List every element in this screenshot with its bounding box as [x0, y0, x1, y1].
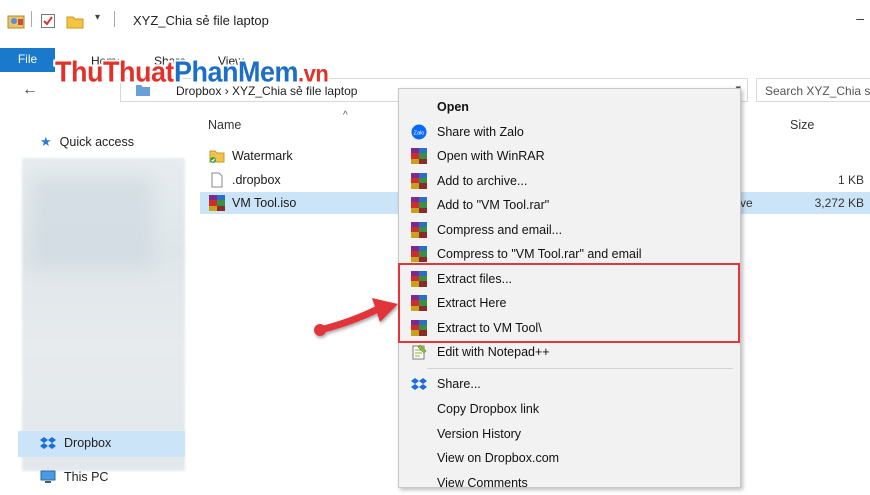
divider [31, 11, 32, 27]
properties-icon[interactable] [7, 13, 25, 29]
back-arrow-icon[interactable]: ← [22, 81, 38, 99]
column-header-size[interactable]: Size [790, 118, 814, 132]
file-name: VM Tool.iso [232, 196, 296, 210]
notepad-plus-plus-icon [411, 344, 427, 360]
dropbox-icon [411, 376, 427, 392]
column-header-name[interactable]: Name [208, 118, 241, 132]
search-placeholder: Search XYZ_Chia se [765, 84, 870, 98]
menu-item-copy-dropbox-link[interactable]: Copy Dropbox link [399, 397, 740, 422]
sidebar-item-this-pc[interactable]: This PC [40, 470, 108, 484]
menu-item-view-dropbox[interactable]: View on Dropbox.com [399, 446, 740, 471]
folder-icon [209, 148, 225, 164]
menu-separator [427, 368, 733, 369]
watermark-logo: ThuThuatPhanMem.vn [55, 56, 328, 89]
menu-item-compress-email[interactable]: Compress and email... [399, 218, 740, 243]
menu-item-open[interactable]: Open [399, 95, 740, 120]
file-icon [209, 172, 225, 188]
winrar-icon [411, 197, 427, 213]
search-input[interactable]: Search XYZ_Chia se [756, 78, 870, 102]
winrar-icon [209, 195, 225, 211]
menu-item-open-winrar[interactable]: Open with WinRAR [399, 144, 740, 169]
list-item[interactable]: Watermark [200, 145, 400, 167]
menu-item-version-history[interactable]: Version History [399, 422, 740, 447]
file-size: 1 KB [838, 173, 864, 187]
file-list: ^ Name Watermark .dropbox VM Tool.iso [200, 108, 400, 228]
star-icon: ★ [40, 134, 52, 150]
sort-caret-icon: ^ [343, 110, 348, 121]
winrar-icon [411, 222, 427, 238]
winrar-icon [411, 246, 427, 262]
minimize-button[interactable]: – [856, 10, 864, 26]
blurred-region [22, 158, 185, 471]
menu-item-share-zalo[interactable]: Zalo Share with Zalo [399, 120, 740, 145]
menu-item-add-to-rar[interactable]: Add to "VM Tool.rar" [399, 193, 740, 218]
menu-item-dropbox-share[interactable]: Share... [399, 372, 740, 397]
navigation-pane: ★ Quick access Dropbox This PC [0, 108, 200, 488]
list-item[interactable]: VM Tool.iso [200, 192, 400, 214]
tab-file[interactable]: File [0, 48, 55, 72]
annotation-highlight-box [398, 263, 740, 343]
winrar-icon [411, 173, 427, 189]
divider [114, 11, 115, 27]
file-name: Watermark [232, 149, 293, 163]
sidebar-item-dropbox[interactable]: Dropbox [40, 436, 111, 450]
menu-item-edit-notepadpp[interactable]: Edit with Notepad++ [399, 340, 740, 365]
chevron-down-icon[interactable]: ▾ [95, 12, 100, 23]
menu-item-view-comments[interactable]: View Comments [399, 471, 740, 495]
winrar-icon [411, 148, 427, 164]
file-size: 3,272 KB [815, 196, 864, 210]
file-name: .dropbox [232, 173, 281, 187]
zalo-icon: Zalo [411, 124, 427, 140]
list-item[interactable]: .dropbox [200, 169, 400, 191]
title-bar: ▾ XYZ_Chia sẻ file laptop – [0, 0, 870, 40]
dropbox-icon [40, 436, 56, 450]
menu-item-add-archive[interactable]: Add to archive... [399, 169, 740, 194]
new-folder-icon[interactable] [66, 13, 84, 29]
window-title: XYZ_Chia sẻ file laptop [133, 13, 269, 28]
sidebar-item-quick-access[interactable]: ★ Quick access [40, 134, 134, 150]
check-icon[interactable] [40, 13, 56, 29]
svg-text:Zalo: Zalo [414, 130, 425, 136]
annotation-arrow-icon [312, 292, 404, 346]
file-type-fragment: ve [740, 196, 753, 210]
monitor-icon [40, 470, 56, 484]
